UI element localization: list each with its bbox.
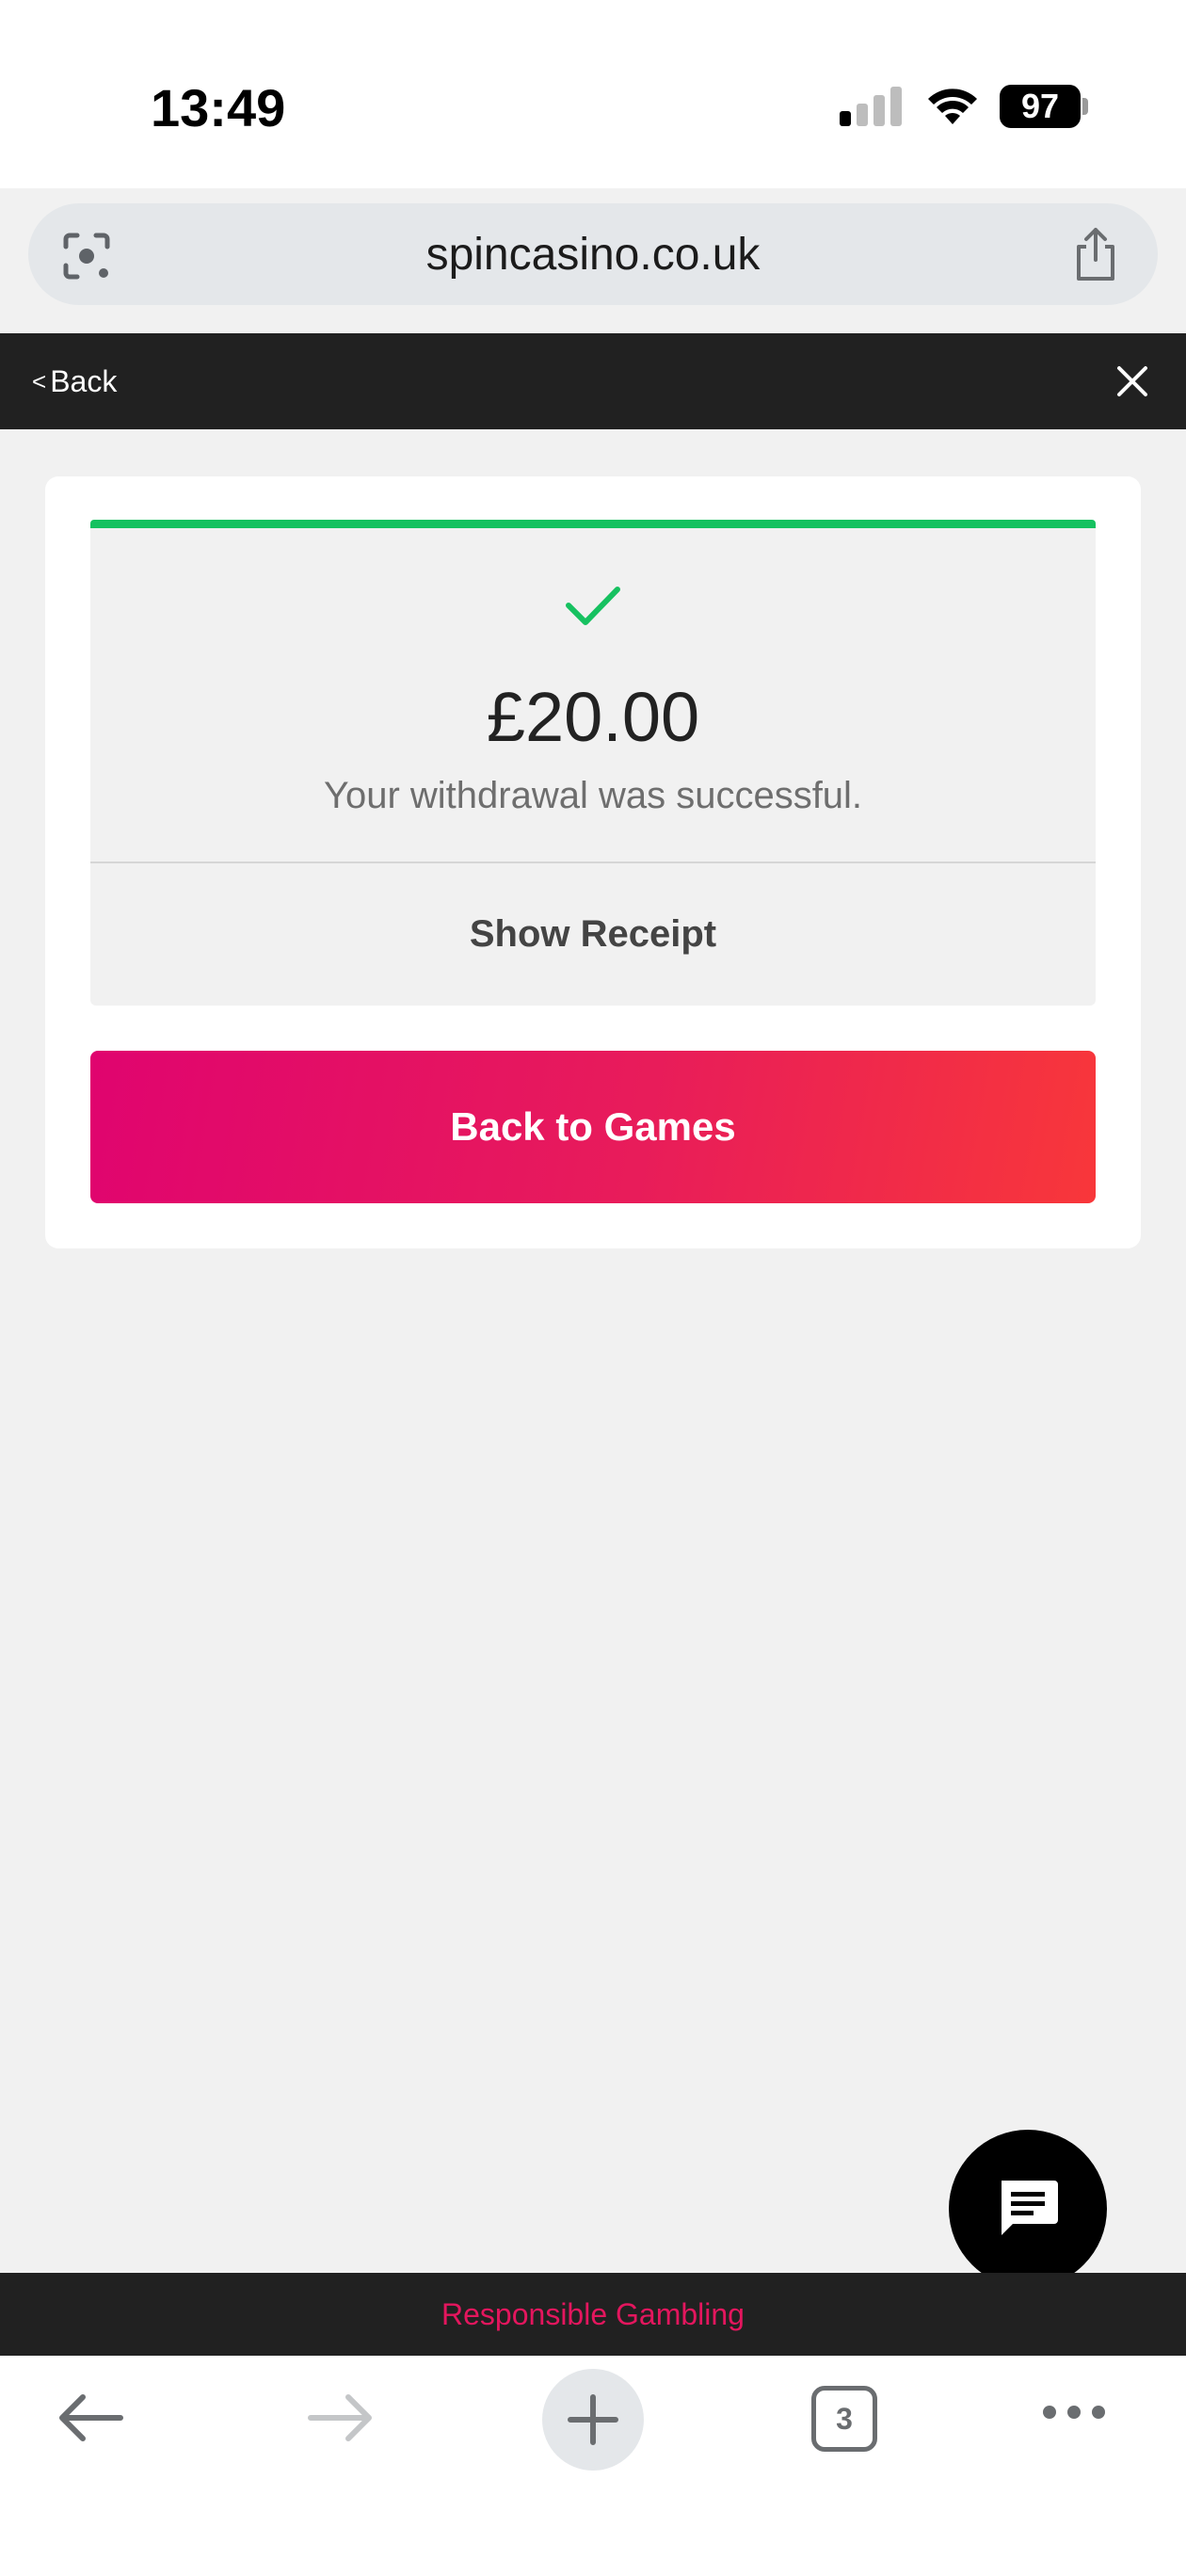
withdrawal-status-message: Your withdrawal was successful. [323, 775, 863, 816]
back-chevron-icon: < [32, 366, 47, 395]
back-to-games-button[interactable]: Back to Games [90, 1051, 1096, 1203]
result-panel: £20.00 Your withdrawal was successful. S… [90, 520, 1096, 1006]
tab-count: 3 [836, 2401, 853, 2436]
footer-strip: Responsible Gambling [0, 2273, 1186, 2356]
back-link[interactable]: < Back [32, 333, 117, 429]
back-arrow-icon[interactable] [53, 2390, 128, 2446]
status-bar: 13:49 97 spincasino.co.uk [0, 0, 1186, 305]
check-icon [566, 587, 620, 625]
forward-arrow-icon[interactable] [303, 2390, 378, 2446]
close-icon[interactable] [1116, 365, 1148, 397]
site-nav-bar: < Back [0, 333, 1186, 429]
address-bar[interactable]: spincasino.co.uk [28, 203, 1158, 305]
browser-toolbar: 3 [0, 2356, 1186, 2576]
more-icon[interactable] [1041, 2403, 1107, 2422]
battery-cap [1082, 98, 1088, 115]
cellular-signal-icon [840, 87, 902, 126]
share-icon[interactable] [1071, 226, 1120, 282]
tabs-button[interactable]: 3 [811, 2386, 877, 2452]
new-tab-button[interactable] [542, 2369, 644, 2471]
withdrawal-card: £20.00 Your withdrawal was successful. S… [45, 476, 1141, 1248]
plus-icon [568, 2394, 618, 2445]
back-link-label: Back [50, 363, 118, 398]
url-text[interactable]: spincasino.co.uk [28, 203, 1158, 305]
chat-button[interactable] [949, 2130, 1107, 2288]
battery-indicator: 97 [1000, 85, 1081, 128]
withdrawal-amount: £20.00 [486, 678, 700, 756]
wifi-icon [928, 89, 977, 124]
responsible-gambling-link[interactable]: Responsible Gambling [441, 2297, 745, 2332]
chat-icon [1002, 2181, 1058, 2235]
status-time: 13:49 [151, 78, 286, 137]
show-receipt-button[interactable]: Show Receipt [90, 863, 1096, 1006]
